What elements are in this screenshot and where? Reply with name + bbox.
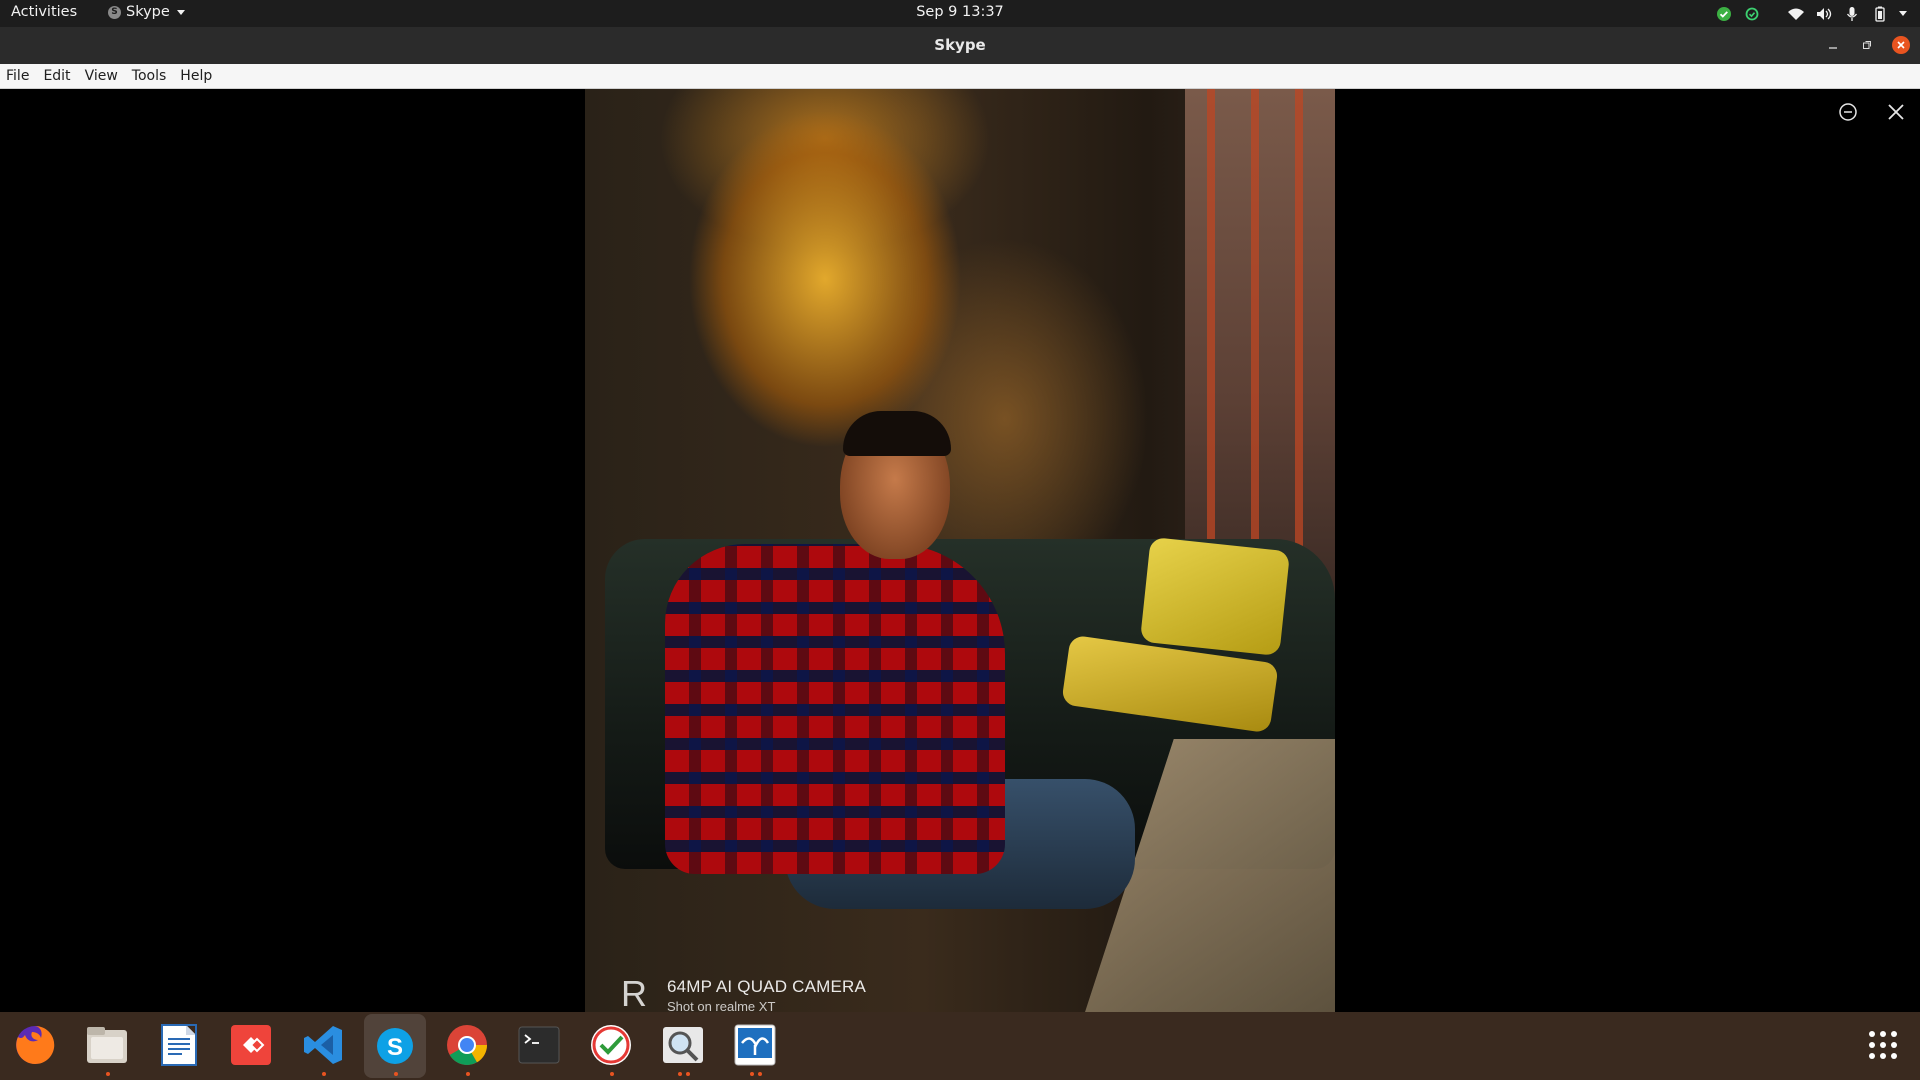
photo-wall-pipes [1185, 89, 1335, 609]
activities-button[interactable]: Activities [11, 4, 77, 20]
image-viewer-icon[interactable] [660, 1022, 706, 1068]
firefox-icon[interactable] [12, 1022, 58, 1068]
app-menu-label: Skype [126, 4, 170, 20]
minimize-window-button[interactable] [1824, 36, 1842, 54]
microphone-icon[interactable] [1838, 4, 1866, 23]
shared-photo: R 64MP AI QUAD CAMERA Shot on realme XT [585, 89, 1335, 1012]
photo-pillow [1139, 536, 1291, 657]
anydesk-icon[interactable] [228, 1022, 274, 1068]
photo-person-shirt [665, 544, 1005, 874]
menu-file[interactable]: File [6, 68, 29, 84]
window-titlebar[interactable]: Skype [0, 27, 1920, 64]
volume-icon[interactable] [1810, 4, 1838, 23]
close-viewer-button[interactable] [1885, 101, 1907, 123]
skype-small-icon: S [108, 5, 121, 19]
menu-help[interactable]: Help [180, 68, 212, 84]
close-window-button[interactable] [1892, 36, 1910, 54]
camera-watermark-line2: Shot on realme XT [667, 999, 776, 1012]
writer-document-icon[interactable] [156, 1022, 202, 1068]
svg-text:S: S [387, 1034, 403, 1061]
skype-icon[interactable]: S [364, 1014, 426, 1078]
chrome-icon[interactable] [444, 1022, 490, 1068]
system-tray[interactable] [1710, 4, 1910, 23]
top-bar: Activities S Skype Sep 9 13:37 [0, 0, 1920, 27]
bluefish-editor-icon[interactable] [732, 1022, 778, 1068]
chevron-down-icon [176, 9, 185, 15]
image-viewer: R 64MP AI QUAD CAMERA Shot on realme XT [0, 89, 1920, 1012]
dock: S [0, 1012, 1920, 1080]
clock[interactable]: Sep 9 13:37 [916, 4, 1004, 20]
menu-bar: File Edit View Tools Help [0, 64, 1920, 89]
menu-edit[interactable]: Edit [43, 68, 70, 84]
menu-view[interactable]: View [85, 68, 118, 84]
camera-watermark-line1: 64MP AI QUAD CAMERA [667, 977, 867, 996]
menu-tools[interactable]: Tools [132, 68, 167, 84]
app-menu[interactable]: S Skype [108, 4, 185, 20]
window-title: Skype [934, 36, 986, 54]
check-shield-icon[interactable] [1710, 4, 1738, 23]
show-applications-icon[interactable] [1860, 1022, 1906, 1068]
maximize-window-button[interactable] [1858, 36, 1876, 54]
task-checker-icon[interactable] [588, 1022, 634, 1068]
sync-icon[interactable] [1738, 4, 1766, 23]
terminal-icon[interactable] [516, 1022, 562, 1068]
files-icon[interactable] [84, 1022, 130, 1068]
camera-watermark-logo: R [621, 973, 647, 1012]
photo-person-hair [843, 411, 951, 456]
vscode-icon[interactable] [300, 1022, 346, 1068]
zoom-out-button[interactable] [1837, 101, 1859, 123]
battery-icon[interactable] [1866, 4, 1894, 23]
wifi-icon[interactable] [1782, 4, 1810, 23]
system-menu-chevron-icon[interactable] [1894, 4, 1910, 23]
